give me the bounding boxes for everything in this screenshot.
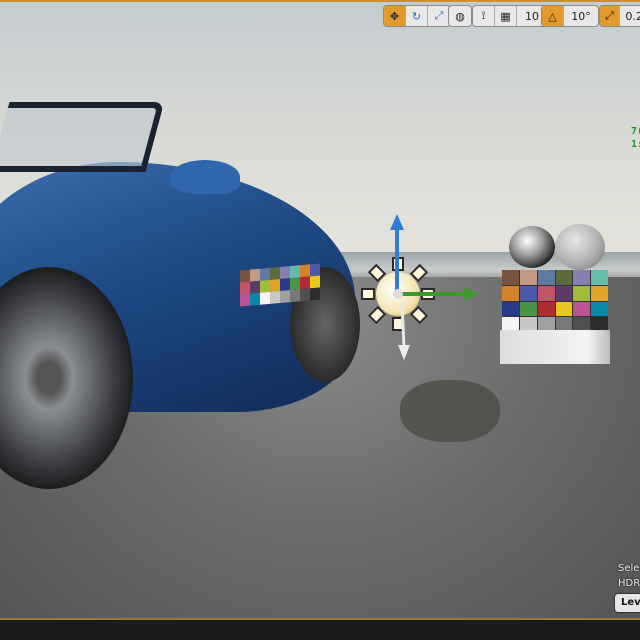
direction-arrowhead xyxy=(398,345,410,360)
globe-icon[interactable]: ◍ xyxy=(449,6,471,26)
info-line-1: Sele xyxy=(618,563,640,574)
gray-sphere xyxy=(555,224,605,270)
color-swatch xyxy=(280,290,290,303)
chrome-sphere xyxy=(509,226,555,268)
color-swatch xyxy=(300,264,310,278)
color-swatch xyxy=(240,269,250,283)
angle-icon[interactable]: △ xyxy=(542,6,564,26)
direction-arrow xyxy=(400,301,406,348)
coordinate-system-group: ◍ xyxy=(448,5,472,27)
car-windshield xyxy=(0,102,165,172)
color-checker-cube xyxy=(502,270,608,332)
color-swatch xyxy=(591,301,608,317)
color-swatch xyxy=(502,285,519,301)
color-swatch xyxy=(290,265,300,279)
scale-snap-value[interactable]: 0.2 xyxy=(620,6,640,26)
rotation-snap-group: △ 10° xyxy=(541,5,599,27)
color-swatch xyxy=(270,291,280,304)
color-swatch xyxy=(591,270,608,285)
color-swatch xyxy=(519,285,537,301)
color-swatch xyxy=(555,285,573,301)
bottom-status-bar xyxy=(0,618,640,640)
rotation-snap-value[interactable]: 10° xyxy=(564,6,598,26)
color-swatch xyxy=(537,270,555,285)
color-swatch xyxy=(290,289,300,303)
color-swatch xyxy=(280,266,290,279)
color-swatch xyxy=(300,276,310,290)
transform-tools-group: ✥ ↻ ⤢ xyxy=(383,5,451,27)
color-swatch xyxy=(502,301,519,317)
color-swatch xyxy=(310,263,320,277)
translate-gizmo[interactable] xyxy=(360,212,490,367)
color-swatch xyxy=(260,267,270,281)
color-swatch xyxy=(270,279,280,292)
color-swatch xyxy=(537,301,555,317)
color-swatch xyxy=(300,288,310,302)
color-swatch xyxy=(270,267,280,280)
color-swatch xyxy=(573,285,591,301)
color-swatch xyxy=(502,270,519,285)
grid-snap-group: ⟟ ▦ 10 xyxy=(472,5,548,27)
color-swatch xyxy=(310,275,320,289)
color-swatch xyxy=(260,291,270,305)
color-swatch xyxy=(310,287,320,301)
ground-patch xyxy=(400,380,500,442)
color-swatch xyxy=(573,270,591,285)
color-swatch xyxy=(555,270,573,285)
color-swatch xyxy=(591,285,608,301)
scale-icon[interactable]: ⤢ xyxy=(428,6,450,26)
color-swatch xyxy=(240,281,250,295)
stat-line-2: 1: xyxy=(631,139,640,150)
stat-line-1: 7( xyxy=(631,126,640,137)
scale-snap-icon[interactable]: ⤢ xyxy=(600,6,621,26)
color-swatch xyxy=(280,278,290,291)
color-swatch xyxy=(260,279,270,293)
info-line-2: HDR xyxy=(618,578,640,589)
color-swatch xyxy=(519,301,537,317)
color-swatch xyxy=(240,293,250,307)
y-axis-arrowhead xyxy=(463,287,479,301)
color-swatch xyxy=(555,301,573,317)
rotate-icon[interactable]: ↻ xyxy=(406,6,428,26)
color-swatch xyxy=(250,280,260,294)
level-viewport[interactable]: ✥ ↻ ⤢ ◍ ⟟ ▦ 10 △ 10° ⤢ 0.2 7( 1: Sele HD… xyxy=(0,0,640,618)
translate-icon[interactable]: ✥ xyxy=(384,6,406,26)
color-swatch xyxy=(290,277,300,291)
color-swatch xyxy=(519,270,537,285)
level-button[interactable]: Leve xyxy=(614,593,640,613)
color-checker-reflection xyxy=(240,263,320,307)
color-swatch xyxy=(250,268,260,282)
grid-icon[interactable]: ▦ xyxy=(495,6,517,26)
surface-snap-icon[interactable]: ⟟ xyxy=(473,6,495,26)
cube-base xyxy=(500,330,610,364)
color-swatch xyxy=(250,292,260,306)
gizmo-center[interactable] xyxy=(393,289,403,299)
z-axis-arrowhead xyxy=(390,214,404,230)
car-mirror xyxy=(170,160,240,194)
color-swatch xyxy=(573,301,591,317)
scale-snap-group: ⤢ 0.2 xyxy=(599,5,640,27)
color-swatch xyxy=(537,285,555,301)
